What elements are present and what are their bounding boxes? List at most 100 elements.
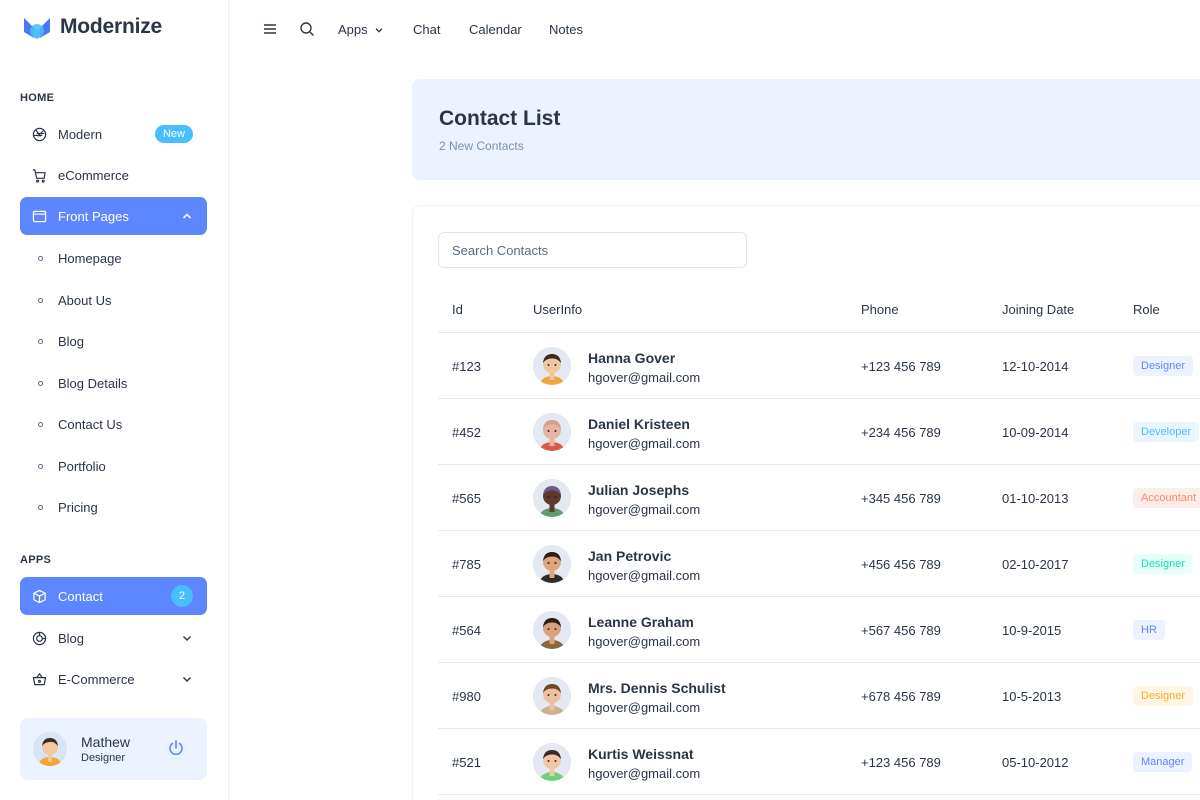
section-label-apps: APPS xyxy=(20,554,52,566)
power-icon[interactable] xyxy=(167,739,185,762)
package-icon xyxy=(31,588,47,604)
column-header-role[interactable]: Role xyxy=(1133,302,1160,317)
contact-phone: +567 456 789 xyxy=(861,622,941,638)
contact-id: #565 xyxy=(452,490,481,506)
table-row[interactable]: #980 Mrs. Dennis Schulist hgover@gmail.com… xyxy=(438,663,1200,729)
column-header-userinfo[interactable]: UserInfo xyxy=(533,302,582,317)
circle-icon xyxy=(38,463,43,469)
contact-email: hgover@gmail.com xyxy=(588,568,701,583)
contact-name: Hanna Gover xyxy=(588,350,676,366)
logo[interactable]: Modernize xyxy=(22,14,162,40)
table-row[interactable]: #452 Daniel Kristeen hgover@gmail.com +234 … xyxy=(438,399,1200,465)
sidebar-item-label: Modern xyxy=(58,126,103,142)
contact-email: hgover@gmail.com xyxy=(588,700,701,715)
nav-link-notes[interactable]: Notes xyxy=(549,22,583,37)
page-header-card: Contact List 2 New Contacts xyxy=(412,79,1200,180)
sidebar-item-label: eCommerce xyxy=(58,167,129,183)
contact-email: hgover@gmail.com xyxy=(588,436,701,451)
page-subtitle: 2 New Contacts xyxy=(439,139,524,153)
avatar xyxy=(533,677,571,715)
sidebar-subitem-about-us[interactable]: About Us xyxy=(20,284,207,316)
chevron-up-icon xyxy=(181,210,193,222)
contact-joining-date: 05-10-2012 xyxy=(1002,754,1069,770)
column-header-phone[interactable]: Phone xyxy=(861,302,899,317)
sidebar-item-modern[interactable]: Modern New xyxy=(20,115,207,153)
sidebar-subitem-portfolio[interactable]: Portfolio xyxy=(20,450,207,482)
contact-joining-date: 02-10-2017 xyxy=(1002,556,1069,572)
avatar-illustration xyxy=(533,347,571,385)
avatar-illustration xyxy=(533,545,571,583)
aperture-icon xyxy=(31,126,47,142)
avatar[interactable] xyxy=(33,732,67,766)
nav-link-apps[interactable]: Apps xyxy=(338,22,384,37)
avatar xyxy=(533,545,571,583)
table-row[interactable]: #564 Leanne Graham hgover@gmail.com +567 45… xyxy=(438,597,1200,663)
sidebar-subitem-pricing[interactable]: Pricing xyxy=(20,491,207,523)
circle-icon xyxy=(38,421,43,427)
modernize-logo-icon xyxy=(22,14,52,40)
count-badge: 2 xyxy=(171,585,193,607)
circle-icon xyxy=(38,255,43,261)
chevron-down-icon xyxy=(181,673,193,685)
circle-icon xyxy=(38,338,43,344)
sidebar-item-contact[interactable]: Contact 2 xyxy=(20,577,207,615)
sidebar-item-blog[interactable]: Blog xyxy=(20,619,207,657)
circle-icon xyxy=(38,504,43,510)
contact-phone: +123 456 789 xyxy=(861,754,941,770)
contacts-table-card: Id UserInfo Phone Joining Date Role #123… xyxy=(412,205,1200,800)
column-header-id[interactable]: Id xyxy=(452,302,463,317)
contact-phone: +678 456 789 xyxy=(861,688,941,704)
sidebar-item-front-pages[interactable]: Front Pages xyxy=(20,197,207,235)
contact-name: Kurtis Weissnat xyxy=(588,746,694,762)
contact-joining-date: 10-5-2013 xyxy=(1002,688,1062,704)
role-badge: Designer xyxy=(1133,356,1194,376)
contact-name: Julian Josephs xyxy=(588,482,690,498)
sidebar-item-label: Blog xyxy=(58,630,85,646)
contact-joining-date: 12-10-2014 xyxy=(1002,358,1069,374)
search-icon[interactable] xyxy=(299,21,315,42)
page-title: Contact List xyxy=(439,107,561,130)
contact-joining-date: 10-09-2014 xyxy=(1002,424,1069,440)
avatar-illustration xyxy=(533,413,571,451)
contact-id: #452 xyxy=(452,424,481,440)
contact-name: Jan Petrovic xyxy=(588,548,672,564)
contact-id: #564 xyxy=(452,622,481,638)
contact-id: #123 xyxy=(452,358,481,374)
table-row[interactable]: #785 Jan Petrovic hgover@gmail.com +456 456… xyxy=(438,531,1200,597)
role-badge: HR xyxy=(1133,620,1165,640)
sidebar-subitem-contact-us[interactable]: Contact Us xyxy=(20,408,207,440)
chevron-down-icon xyxy=(374,25,384,35)
menu-icon[interactable] xyxy=(262,21,278,42)
sidebar-subitem-homepage[interactable]: Homepage xyxy=(20,242,207,274)
profile-role: Designer xyxy=(81,752,126,764)
sidebar-item-e-commerce[interactable]: E-Commerce xyxy=(20,660,207,698)
column-header-joining-date[interactable]: Joining Date xyxy=(1002,302,1074,317)
table-row[interactable]: #565 Julian Josephs hgover@gmail.com +345 4… xyxy=(438,465,1200,531)
sidebar-item-label: Front Pages xyxy=(58,208,129,224)
shopping-cart-icon xyxy=(31,167,47,183)
sidebar-item-ecommerce[interactable]: eCommerce xyxy=(20,156,207,194)
nav-link-chat[interactable]: Chat xyxy=(413,22,440,37)
profile-name: Mathew xyxy=(81,734,131,750)
contact-email: hgover@gmail.com xyxy=(588,766,701,781)
app-name: Modernize xyxy=(60,15,163,38)
top-bar: Apps Chat Calendar Notes xyxy=(229,0,1200,60)
chart-donut-icon xyxy=(31,630,47,646)
avatar xyxy=(533,743,571,781)
sidebar-item-label: E-Commerce xyxy=(58,671,135,687)
avatar xyxy=(533,413,571,451)
contact-phone: +234 456 789 xyxy=(861,424,941,440)
contact-phone: +123 456 789 xyxy=(861,358,941,374)
avatar-illustration xyxy=(533,611,571,649)
circle-icon xyxy=(38,380,43,386)
nav-link-calendar[interactable]: Calendar xyxy=(469,22,522,37)
role-badge: Designer xyxy=(1133,554,1194,574)
avatar-illustration xyxy=(533,677,571,715)
sidebar-subitem-blog-details[interactable]: Blog Details xyxy=(20,367,207,399)
table-row[interactable]: #521 Kurtis Weissnat hgover@gmail.com +123 … xyxy=(438,729,1200,795)
contact-phone: +456 456 789 xyxy=(861,556,941,572)
search-contacts-input[interactable] xyxy=(438,232,747,268)
sidebar-subitem-blog[interactable]: Blog xyxy=(20,325,207,357)
sidebar: Modernize HOME Modern New eCommerce Fron… xyxy=(0,0,229,800)
table-row[interactable]: #123 Hanna Gover hgover@gmail.com +123 456 … xyxy=(438,333,1200,399)
